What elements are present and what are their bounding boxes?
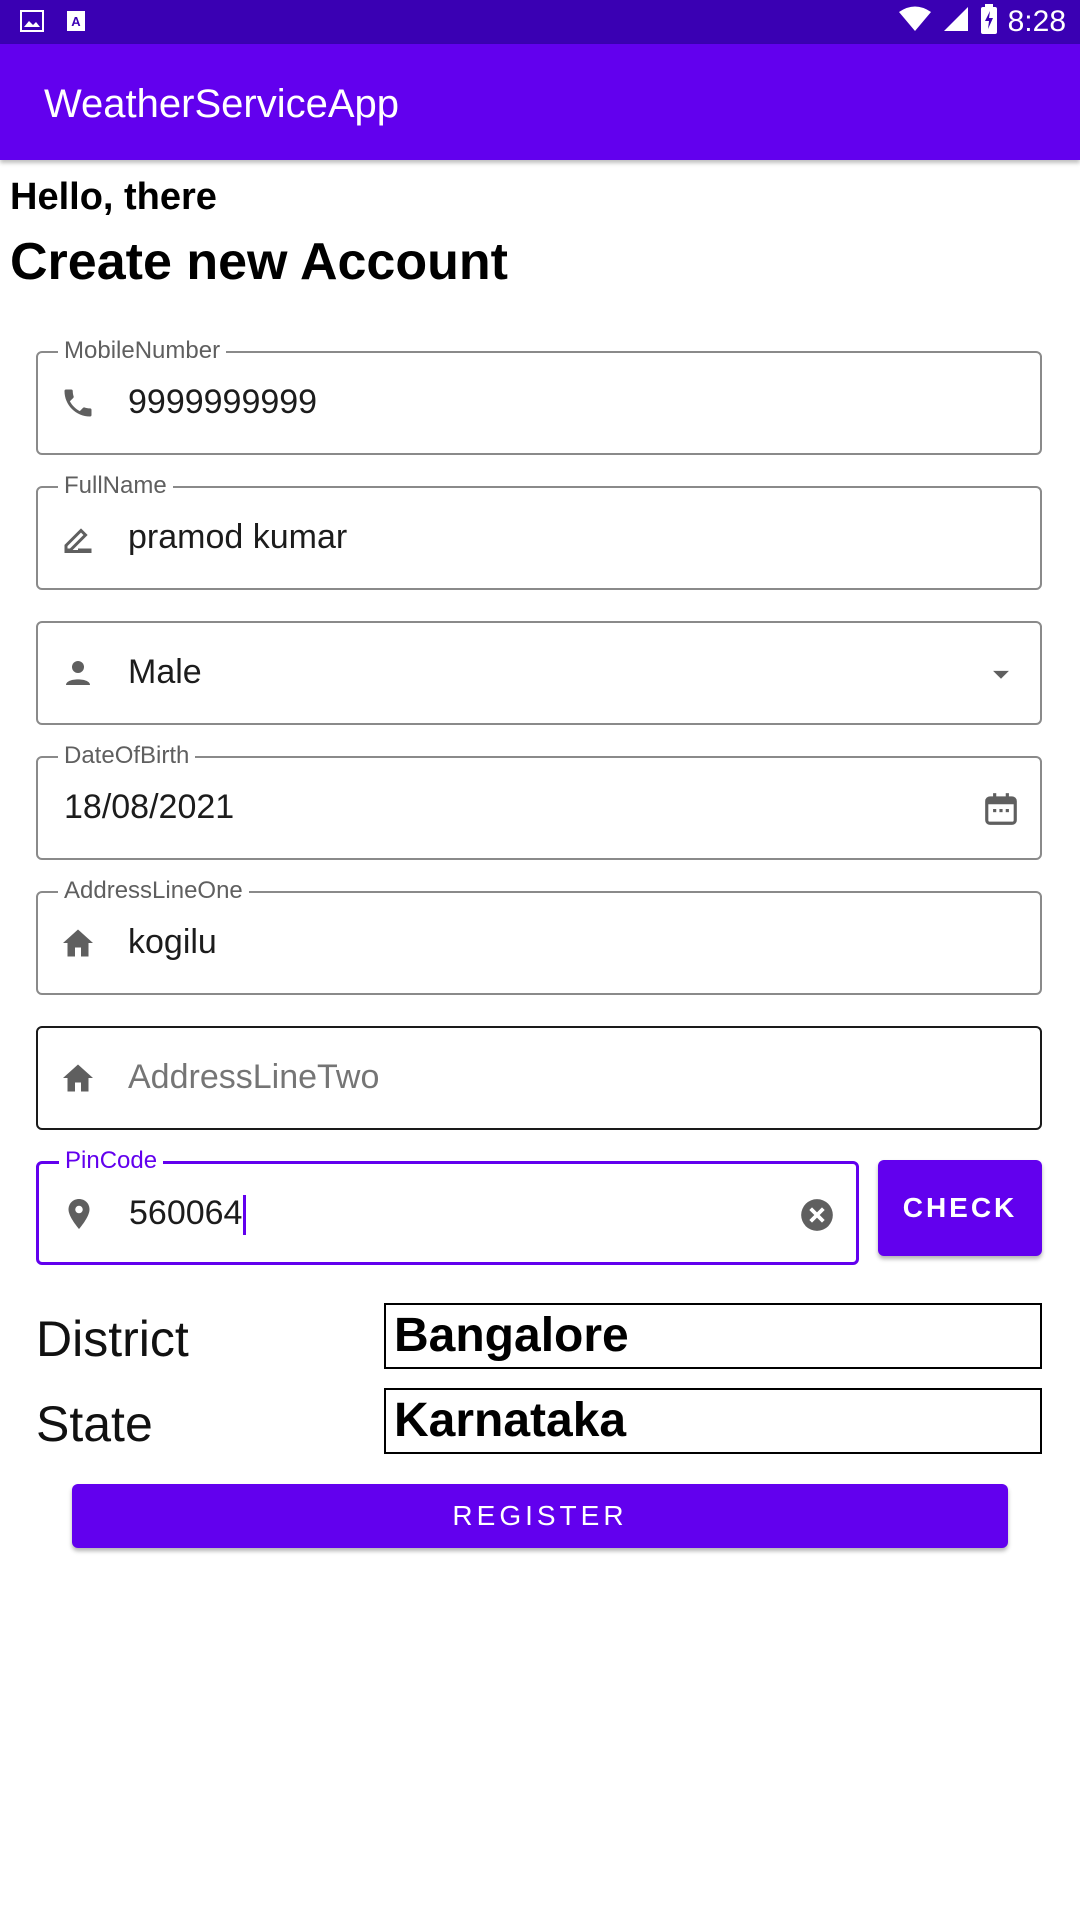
greeting-text: Hello, there bbox=[10, 176, 217, 218]
app-bar: WeatherServiceApp bbox=[0, 44, 1080, 160]
calendar-icon[interactable] bbox=[982, 790, 1020, 828]
home-icon bbox=[60, 1060, 96, 1096]
check-button[interactable]: CHECK bbox=[878, 1160, 1042, 1256]
district-label: District bbox=[36, 1311, 189, 1367]
app-title: WeatherServiceApp bbox=[44, 82, 399, 126]
pincode-value: 560064 bbox=[129, 1194, 243, 1232]
home-icon bbox=[60, 925, 96, 961]
dob-field[interactable]: DateOfBirth 18/08/2021 bbox=[36, 742, 1042, 860]
image-icon bbox=[20, 10, 44, 37]
fullname-label: FullName bbox=[58, 472, 173, 500]
dropdown-arrow-icon[interactable] bbox=[982, 655, 1020, 693]
address-line-one-label: AddressLineOne bbox=[58, 877, 249, 905]
person-icon bbox=[60, 655, 96, 691]
wifi-icon bbox=[898, 5, 932, 38]
location-pin-icon bbox=[61, 1196, 97, 1232]
status-bar: A 8:28 bbox=[0, 0, 1080, 44]
pincode-input[interactable]: 560064 bbox=[129, 1194, 247, 1236]
phone-icon bbox=[60, 385, 96, 421]
address-line-two-field[interactable]: AddressLineTwo bbox=[36, 1026, 1042, 1130]
clear-icon[interactable] bbox=[798, 1196, 836, 1234]
mobile-number-field[interactable]: MobileNumber 9999999999 bbox=[36, 337, 1042, 455]
text-a-icon: A bbox=[66, 10, 86, 37]
page-title: Create new Account bbox=[10, 233, 508, 291]
gender-dropdown[interactable]: Male bbox=[36, 621, 1042, 725]
gender-value: Male bbox=[128, 653, 202, 691]
fullname-input[interactable]: pramod kumar bbox=[128, 518, 347, 557]
fullname-field[interactable]: FullName pramod kumar bbox=[36, 472, 1042, 590]
mobile-number-label: MobileNumber bbox=[58, 337, 227, 365]
svg-text:A: A bbox=[71, 14, 81, 29]
address-line-one-field[interactable]: AddressLineOne kogilu bbox=[36, 877, 1042, 995]
text-cursor bbox=[243, 1195, 247, 1236]
state-value: Karnataka bbox=[384, 1388, 1042, 1454]
state-label: State bbox=[36, 1396, 153, 1452]
address-line-two-input[interactable]: AddressLineTwo bbox=[128, 1058, 379, 1097]
status-time: 8:28 bbox=[1007, 4, 1066, 38]
dob-input[interactable]: 18/08/2021 bbox=[64, 788, 234, 827]
district-value: Bangalore bbox=[384, 1303, 1042, 1369]
edit-icon bbox=[60, 520, 96, 556]
mobile-number-input[interactable]: 9999999999 bbox=[128, 383, 317, 422]
address-line-one-input[interactable]: kogilu bbox=[128, 923, 217, 962]
battery-charging-icon bbox=[980, 4, 998, 39]
dob-label: DateOfBirth bbox=[58, 742, 196, 770]
signal-icon bbox=[942, 5, 970, 38]
register-button[interactable]: REGISTER bbox=[72, 1484, 1008, 1548]
pincode-field[interactable]: PinCode 560064 bbox=[36, 1147, 859, 1265]
pincode-label: PinCode bbox=[59, 1147, 164, 1175]
